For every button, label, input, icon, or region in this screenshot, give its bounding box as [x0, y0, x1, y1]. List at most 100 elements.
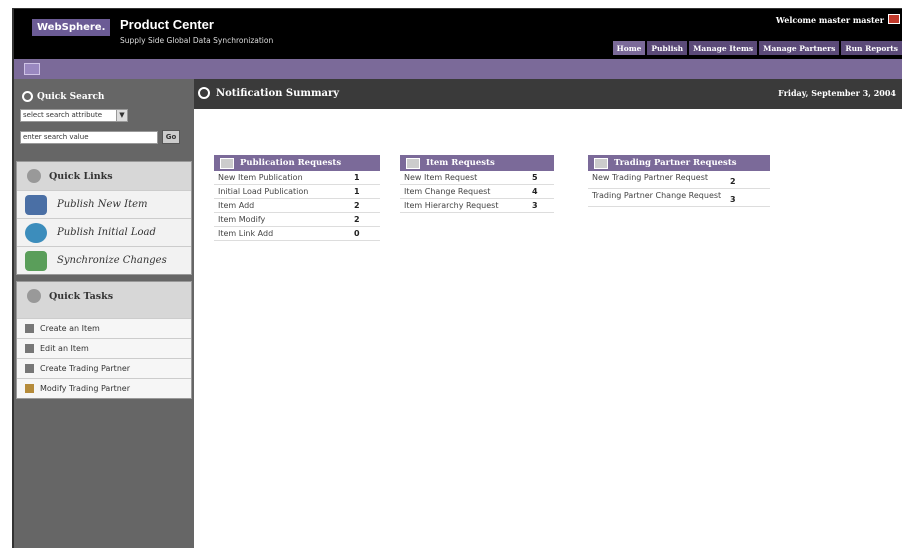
top-header: WebSphere. Product Center Supply Side Gl… [14, 9, 902, 59]
quick-link-publish-new-item[interactable]: Publish New Item [17, 190, 191, 218]
tab-publish[interactable]: Publish [647, 41, 688, 55]
box-header: Item Requests [400, 155, 554, 171]
row-label[interactable]: New Item Request [400, 171, 528, 184]
row-label[interactable]: New Trading Partner Request [588, 171, 726, 188]
row-count: 2 [730, 177, 736, 186]
item-requests-box: Item Requests New Item Request 5 Item Ch… [400, 155, 554, 213]
quick-task-edit-item[interactable]: Edit an Item [17, 338, 191, 358]
quick-link-label: Publish Initial Load [57, 227, 156, 238]
quick-task-label: Create Trading Partner [40, 364, 131, 373]
table-row[interactable]: Initial Load Publication 1 [214, 185, 380, 199]
search-icon [22, 91, 33, 102]
quick-link-label: Synchronize Changes [57, 255, 167, 266]
synchronize-changes-icon [25, 250, 47, 271]
table-row[interactable]: New Item Request 5 [400, 171, 554, 185]
trading-partner-requests-box: Trading Partner Requests New Trading Par… [588, 155, 770, 207]
create-item-icon [25, 324, 34, 333]
row-label[interactable]: New Item Publication [214, 171, 350, 184]
row-count: 0 [354, 229, 360, 238]
row-count: 5 [532, 173, 538, 182]
quick-tasks-icon [27, 289, 41, 303]
box-header: Publication Requests [214, 155, 380, 171]
table-row[interactable]: New Trading Partner Request 2 [588, 171, 770, 189]
box-title: Item Requests [426, 158, 495, 168]
main-nav-tabs: Home Publish Manage Items Manage Partner… [612, 41, 902, 55]
quick-task-label: Edit an Item [40, 344, 89, 353]
publish-initial-load-icon [25, 222, 47, 243]
quick-tasks-title: Quick Tasks [49, 290, 114, 302]
app-window: WebSphere. Product Center Supply Side Gl… [12, 8, 902, 548]
row-label[interactable]: Initial Load Publication [214, 185, 350, 198]
table-row[interactable]: Trading Partner Change Request 3 [588, 189, 770, 207]
search-go-button[interactable]: Go [162, 130, 180, 144]
table-row[interactable]: New Item Publication 1 [214, 171, 380, 185]
table-row[interactable]: Item Hierarchy Request 3 [400, 199, 554, 213]
box-header: Trading Partner Requests [588, 155, 770, 171]
chevron-down-icon[interactable]: ▼ [116, 110, 127, 121]
quick-task-create-trading-partner[interactable]: Create Trading Partner [17, 358, 191, 378]
row-label[interactable]: Item Link Add [214, 227, 350, 240]
quick-tasks-panel: Quick Tasks Create an Item Edit an Item … [16, 281, 192, 399]
row-count: 1 [354, 173, 360, 182]
sub-toolbar [14, 59, 902, 79]
quick-link-publish-initial-load[interactable]: Publish Initial Load [17, 218, 191, 246]
row-label[interactable]: Item Add [214, 199, 350, 212]
publish-new-item-icon [25, 194, 47, 215]
toggle-sidebar-icon[interactable] [24, 63, 40, 75]
page-title: Notification Summary [216, 88, 340, 99]
product-title: Product Center [120, 17, 214, 32]
quick-links-title: Quick Links [49, 170, 113, 182]
table-row[interactable]: Item Change Request 4 [400, 185, 554, 199]
quick-task-label: Modify Trading Partner [40, 384, 131, 393]
quick-link-label: Publish New Item [57, 199, 148, 210]
row-count: 2 [354, 215, 360, 224]
quick-task-modify-trading-partner[interactable]: Modify Trading Partner [17, 378, 191, 398]
publication-icon [220, 157, 234, 169]
trading-partner-icon [594, 157, 608, 169]
tab-run-reports[interactable]: Run Reports [841, 41, 902, 55]
row-label[interactable]: Trading Partner Change Request [588, 189, 726, 206]
tab-home[interactable]: Home [612, 41, 646, 55]
tab-manage-items[interactable]: Manage Items [689, 41, 758, 55]
quick-task-label: Create an Item [40, 324, 100, 333]
quick-search-title: Quick Search [37, 91, 105, 102]
row-count: 4 [532, 187, 538, 196]
quick-search-header: Quick Search [22, 91, 104, 102]
row-count: 3 [730, 195, 736, 204]
row-label[interactable]: Item Change Request [400, 185, 528, 198]
arrow-right-icon [198, 87, 210, 99]
box-title: Publication Requests [240, 158, 342, 168]
row-count: 2 [354, 201, 360, 210]
logout-icon[interactable] [888, 14, 900, 24]
quick-task-create-item[interactable]: Create an Item [17, 318, 191, 338]
quick-tasks-subheader [17, 310, 191, 318]
row-label[interactable]: Item Modify [214, 213, 350, 226]
quick-links-panel: Quick Links Publish New Item Publish Ini… [16, 161, 192, 275]
sidebar: Quick Search select search attribute ▼ e… [14, 79, 194, 548]
create-trading-partner-icon [25, 364, 34, 373]
item-requests-icon [406, 157, 420, 169]
edit-item-icon [25, 344, 34, 353]
search-attribute-select[interactable]: select search attribute ▼ [20, 109, 128, 122]
row-label[interactable]: Item Hierarchy Request [400, 199, 528, 212]
search-value-input[interactable]: enter search value [20, 131, 158, 144]
modify-trading-partner-icon [25, 384, 34, 393]
row-count: 3 [532, 201, 538, 210]
table-row[interactable]: Item Add 2 [214, 199, 380, 213]
search-attribute-value: select search attribute [23, 111, 103, 119]
main-header: Notification Summary Friday, September 3… [194, 79, 902, 109]
welcome-text: Welcome master master [775, 15, 884, 25]
quick-link-synchronize-changes[interactable]: Synchronize Changes [17, 246, 191, 274]
table-row[interactable]: Item Link Add 0 [214, 227, 380, 241]
main-content: Notification Summary Friday, September 3… [194, 79, 902, 548]
table-row[interactable]: Item Modify 2 [214, 213, 380, 227]
quick-tasks-header: Quick Tasks [17, 282, 191, 310]
product-tagline: Supply Side Global Data Synchronization [120, 36, 274, 45]
box-title: Trading Partner Requests [614, 158, 737, 168]
row-count: 1 [354, 187, 360, 196]
quick-links-icon [27, 169, 41, 183]
quick-links-header: Quick Links [17, 162, 191, 190]
tab-manage-partners[interactable]: Manage Partners [759, 41, 840, 55]
publication-requests-box: Publication Requests New Item Publicatio… [214, 155, 380, 241]
current-date: Friday, September 3, 2004 [778, 88, 896, 98]
